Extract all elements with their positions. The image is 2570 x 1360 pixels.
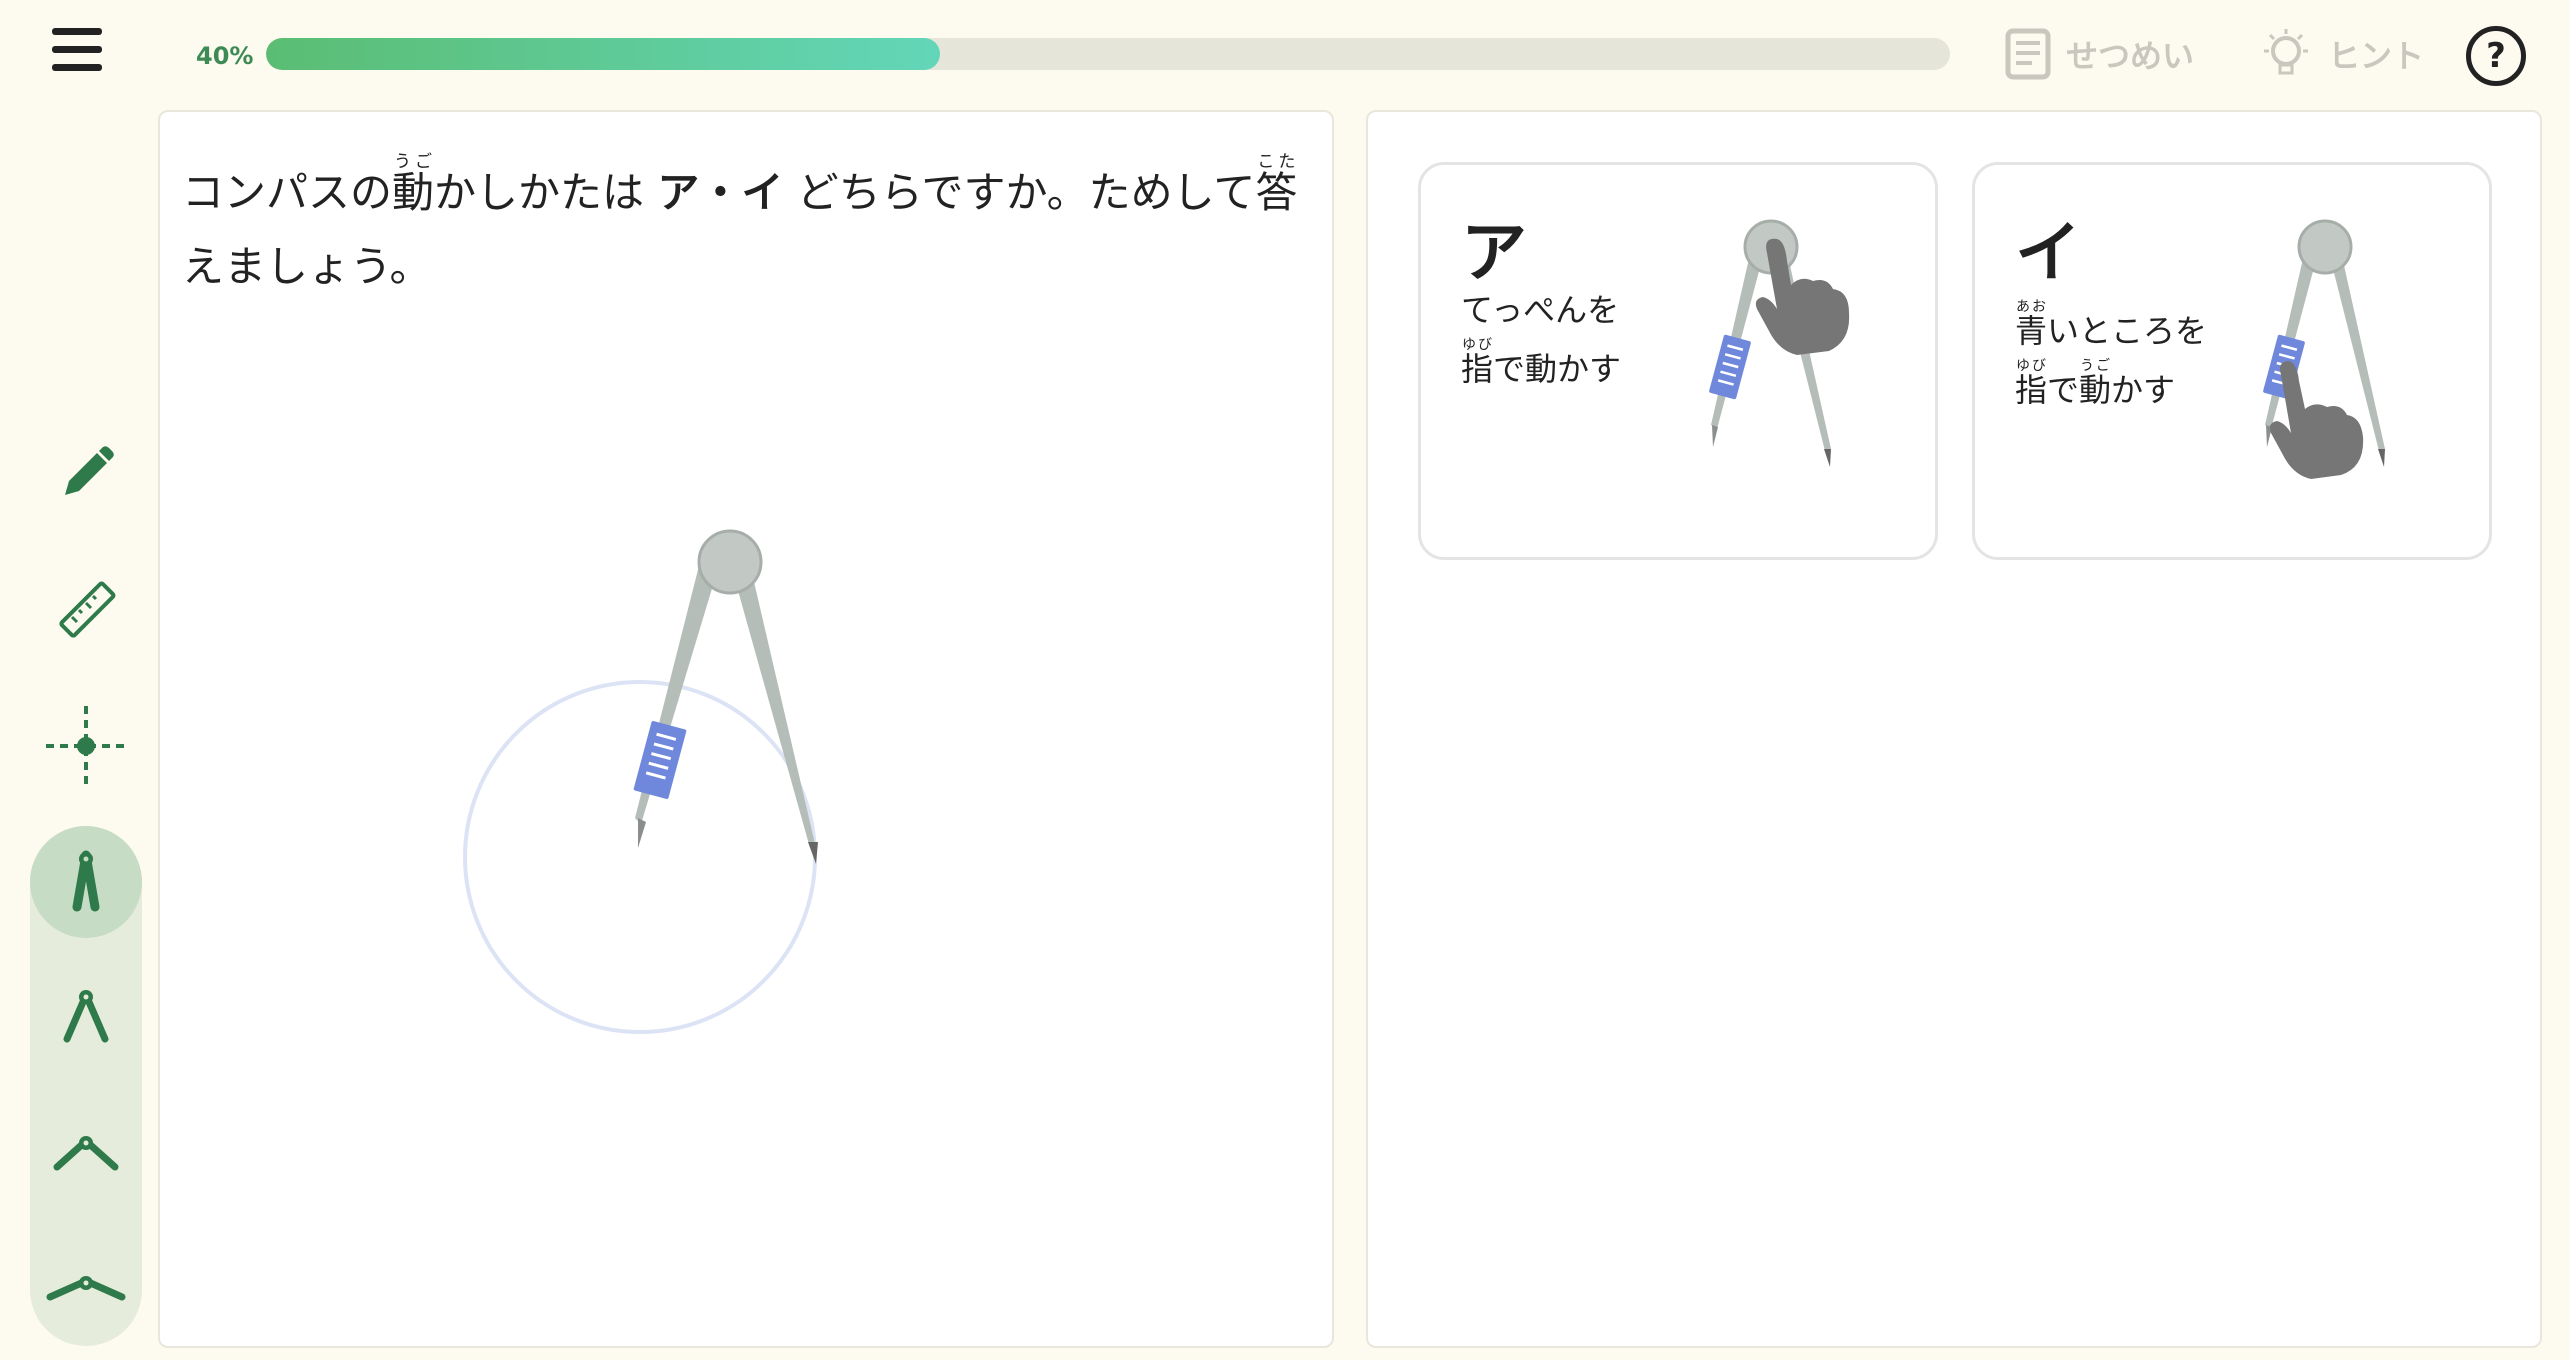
tool-point[interactable] xyxy=(30,690,142,802)
tool-compass-widest[interactable] xyxy=(30,1232,142,1344)
compass-canvas[interactable] xyxy=(160,512,1332,1212)
compass-widest-icon xyxy=(46,1276,126,1301)
notes-icon xyxy=(2005,28,2051,80)
option-card-a[interactable]: ア てっぺんを 指ゆびで動かす xyxy=(1418,162,1938,560)
question-text: コンパスの動うごかしかたは ア・イ どちらですか。ためして答こたえましょう。 xyxy=(182,152,1298,291)
hand-icon xyxy=(2269,361,2364,479)
hand-icon xyxy=(1755,238,1850,355)
progress-label: 40% xyxy=(196,42,254,70)
tool-compass-narrow[interactable] xyxy=(30,826,142,938)
help-button[interactable]: ? xyxy=(2466,26,2526,86)
ruler-icon xyxy=(59,581,116,638)
compass-narrow-icon xyxy=(72,850,100,912)
lightbulb-icon xyxy=(2264,29,2308,75)
compass-finger-top-illustration xyxy=(1709,219,1850,467)
explain-label: せつめい xyxy=(2066,37,2195,75)
hint-button[interactable]: ヒント xyxy=(2258,26,2424,82)
compass-blue-handle[interactable] xyxy=(633,721,687,800)
explain-button[interactable]: せつめい xyxy=(2004,26,2194,82)
progress-fill xyxy=(266,38,940,70)
compass-tool[interactable] xyxy=(633,529,818,864)
option-description: てっぺんを 指ゆびで動かす xyxy=(1461,291,1622,388)
compass-wide-icon xyxy=(53,1136,119,1171)
menu-button[interactable] xyxy=(48,28,110,78)
compass-finger-handle-illustration xyxy=(2263,219,2385,479)
compass-top-knob[interactable] xyxy=(697,529,763,595)
tool-compass-medium[interactable] xyxy=(30,962,142,1074)
tool-compass-wide[interactable] xyxy=(30,1098,142,1210)
help-icon: ? xyxy=(2486,36,2506,76)
drawn-circle xyxy=(463,680,817,1034)
tool-pencil[interactable] xyxy=(30,418,142,530)
progress-bar xyxy=(266,38,1950,70)
pencil-icon xyxy=(65,446,114,495)
option-description: 青あおいところを 指ゆびで動うごかす xyxy=(2015,299,2208,409)
option-card-i[interactable]: イ 青あおいところを 指ゆびで動うごかす xyxy=(1972,162,2492,560)
workspace-panel: コンパスの動うごかしかたは ア・イ どちらですか。ためして答こたえましょう。 xyxy=(158,110,1334,1348)
hint-label: ヒント xyxy=(2328,37,2425,75)
options-panel: ア てっぺんを 指ゆびで動かす イ 青あおいところを 指ゆびで動うごかす xyxy=(1366,110,2542,1348)
compass-medium-icon xyxy=(63,990,109,1043)
tool-ruler[interactable] xyxy=(30,555,142,667)
option-letter: ア xyxy=(1461,214,1527,291)
crosshair-point-icon xyxy=(46,706,126,786)
option-letter: イ xyxy=(2015,214,2081,291)
